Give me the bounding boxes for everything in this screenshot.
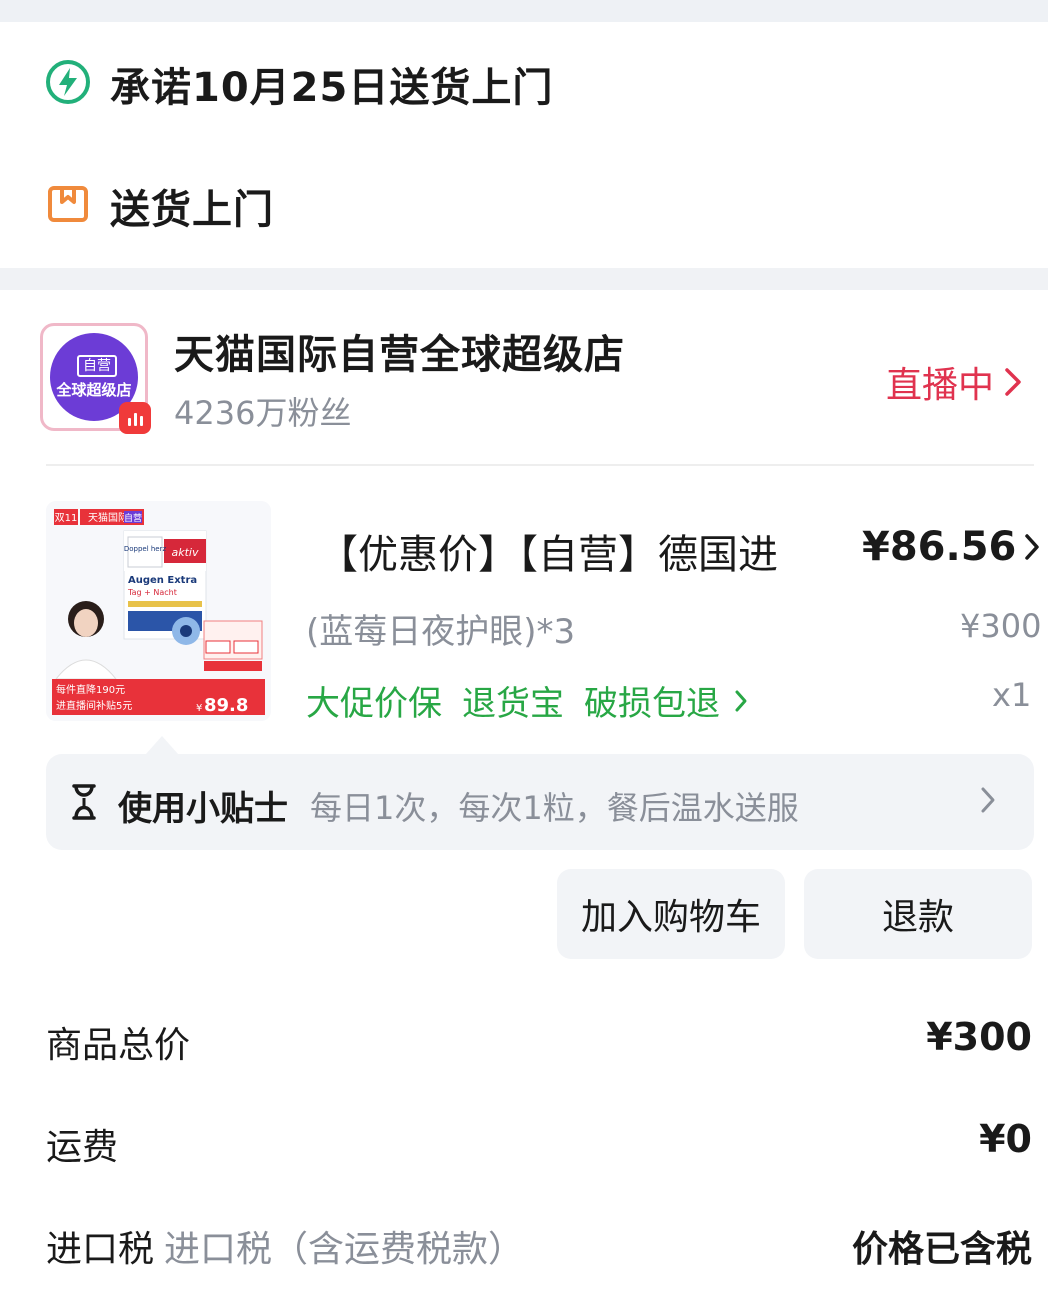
delivery-method-row: 送货上门 [44,176,274,236]
brand-name: Doppel herz [124,545,167,553]
tips-value: 每日1次，每次1粒，餐后温水送服 [310,789,799,827]
promo-left2: 进直播间补贴5元 [56,699,132,712]
store-divider [46,464,1034,466]
chevron-right-icon [980,786,996,818]
lightning-icon [44,58,92,110]
tag-double11: 双11 [55,512,78,524]
import-tax-sub: 进口税（含运费税款） [164,1229,525,1270]
chevron-right-icon [734,689,748,713]
original-price: ¥300 [960,607,1042,645]
service-tags[interactable]: 大促价保 退货宝 破损包退 [306,676,748,725]
store-logo-line1: 自营 [77,355,117,377]
product-image[interactable]: 双11 天猫国际 自营 aktiv Doppel herz Augen Extr… [46,501,271,721]
store-logo[interactable]: 自营 全球超级店 [40,323,151,434]
live-link[interactable]: 直播中 [886,356,1022,408]
shipping-label: 运费 [46,1127,119,1168]
import-tax-row: 进口税 进口税（含运费税款） [46,1220,524,1272]
product-name-line1: Augen Extra [128,575,197,586]
import-tax-value: 价格已含税 [851,1229,1032,1270]
goods-total-value: ¥300 [926,1015,1032,1059]
delivery-promise-text: 承诺10月25日送货上门 [110,65,554,111]
product-variant: (蓝莓日夜护眼)*3 [306,612,576,652]
add-to-cart-button[interactable]: 加入购物车 [557,869,785,959]
service-tag: 破损包退 [584,684,720,724]
tips-label: 使用小贴士 [118,789,288,829]
section-divider [0,268,1048,290]
product-price-value: ¥86.56 [862,524,1017,570]
package-icon [44,180,92,232]
live-bars-icon [119,402,151,434]
top-strip [0,0,1048,22]
promo-price: 89.8 [204,695,248,716]
store-fans: 4236万粉丝 [174,394,352,432]
import-tax-label: 进口税 [46,1229,155,1270]
live-label: 直播中 [886,365,995,406]
product-price[interactable]: ¥86.56 [862,524,1040,570]
usage-tips[interactable]: 使用小贴士 每日1次，每次1粒，餐后温水送服 [46,754,1034,850]
goods-total-label: 商品总价 [46,1025,191,1066]
product-name-line2: Tag + Nacht [127,588,177,597]
hourglass-icon [66,782,102,826]
brand-sub: aktiv [172,546,199,559]
promo-left1: 每件直降190元 [56,683,125,696]
shipping-value: ¥0 [979,1117,1032,1161]
tips-pointer [146,736,178,754]
tag-self: 自营 [124,512,142,524]
promo-currency: ¥ [196,703,202,714]
chevron-right-icon [1004,367,1022,397]
refund-button[interactable]: 退款 [804,869,1032,959]
delivery-method-text: 送货上门 [110,187,274,233]
product-title[interactable]: 【优惠价】【自营】德国进 [318,522,778,580]
service-tag: 退货宝 [462,684,564,724]
store-logo-line2: 全球超级店 [56,381,132,399]
store-name[interactable]: 天猫国际自营全球超级店 [174,322,625,380]
product-quantity: x1 [992,676,1032,714]
chevron-right-icon [1024,533,1040,561]
service-tag: 大促价保 [306,684,442,724]
tag-store: 天猫国际 [88,511,128,524]
delivery-promise-row: 承诺10月25日送货上门 [44,54,553,114]
